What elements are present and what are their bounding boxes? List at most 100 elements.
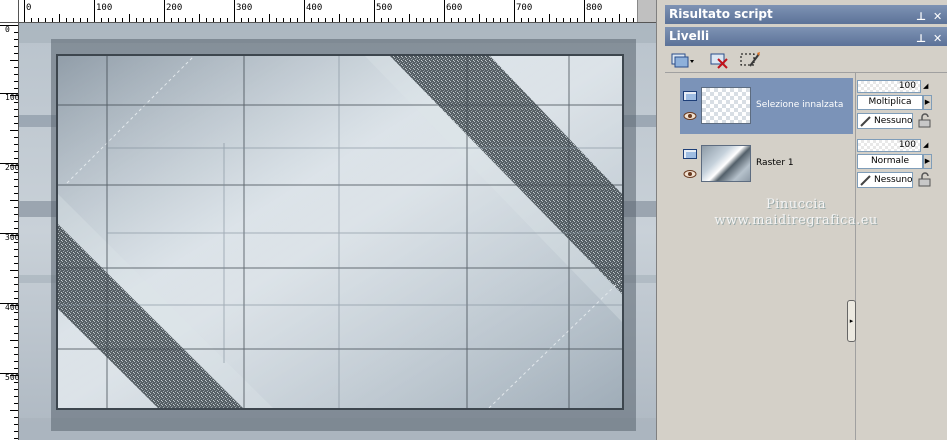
ruler-minor-tick	[304, 14, 305, 22]
opacity-spinner[interactable]: ◢	[923, 139, 931, 152]
ruler-minor-tick	[269, 14, 270, 22]
link-icon	[860, 116, 871, 127]
ruler-minor-tick	[129, 14, 130, 22]
new-layer-icon	[671, 53, 694, 68]
layer-row-raster-1[interactable]: Raster 1	[680, 136, 853, 192]
ruler-minor-tick	[14, 186, 18, 187]
ruler-minor-tick	[290, 18, 291, 22]
opacity-field[interactable]: 100	[857, 139, 921, 152]
ruler-minor-tick	[10, 375, 18, 376]
ruler-minor-tick	[14, 326, 18, 327]
ruler-minor-tick	[14, 158, 18, 159]
layer-properties: 100 ◢ Moltiplica ▶ Nessuno 100 ◢ Normale…	[857, 73, 947, 440]
opacity-spinner[interactable]: ◢	[923, 80, 931, 93]
blend-mode-select[interactable]: Moltiplica	[857, 95, 923, 110]
ruler-minor-tick	[339, 14, 340, 22]
ruler-minor-tick	[108, 18, 109, 22]
layer-row-selezione-innalzata[interactable]: Selezione innalzata	[680, 78, 853, 134]
close-icon[interactable]: ✕	[933, 7, 942, 26]
group-value: Nessuno	[874, 175, 913, 185]
canvas-area[interactable]: 0 100 200 300 400 500 600 700 800 0 100 …	[0, 0, 656, 440]
group-value: Nessuno	[874, 116, 913, 126]
ruler-minor-tick	[423, 18, 424, 22]
ruler-minor-tick	[626, 18, 627, 22]
ruler-minor-tick	[14, 81, 18, 82]
image-canvas[interactable]	[19, 23, 656, 440]
ruler-minor-tick	[10, 130, 18, 131]
ruler-minor-tick	[297, 18, 298, 22]
ruler-minor-tick	[10, 60, 18, 61]
ruler-minor-tick	[395, 18, 396, 22]
ruler-minor-tick	[14, 207, 18, 208]
ruler-minor-tick	[619, 14, 620, 22]
pin-icon[interactable]: ⊥	[916, 7, 926, 26]
script-output-titlebar[interactable]: Risultato script ⊥ ✕	[665, 5, 947, 24]
ruler-minor-tick	[38, 18, 39, 22]
ruler-minor-tick	[458, 18, 459, 22]
layer-properties-row-2: 100 ◢ Normale ▶ Nessuno	[857, 132, 937, 188]
ruler-minor-tick	[94, 14, 95, 22]
layers-divider	[855, 73, 856, 440]
edit-selection-icon	[740, 52, 760, 67]
ruler-minor-tick	[199, 14, 200, 22]
delete-layer-button[interactable]	[707, 49, 733, 71]
lock-icon[interactable]	[917, 113, 932, 128]
ruler-minor-tick	[171, 18, 172, 22]
ruler-minor-tick	[206, 18, 207, 22]
layers-titlebar[interactable]: Livelli ⊥ ✕	[665, 27, 947, 46]
ruler-minor-tick	[598, 18, 599, 22]
ruler-minor-tick	[563, 18, 564, 22]
lock-icon[interactable]	[917, 172, 932, 187]
panel-splitter[interactable]	[656, 0, 665, 440]
ruler-minor-tick	[318, 18, 319, 22]
layers-list[interactable]: Selezione innalzata Raster 1	[677, 73, 853, 440]
ruler-minor-tick	[14, 179, 18, 180]
ruler-minor-tick	[612, 18, 613, 22]
ruler-corner	[0, 0, 19, 23]
ruler-minor-tick	[14, 256, 18, 257]
ruler-minor-tick	[14, 102, 18, 103]
ruler-minor-tick	[10, 235, 18, 236]
ruler-minor-tick	[241, 18, 242, 22]
ruler-minor-tick	[14, 277, 18, 278]
layer-type-icon	[683, 91, 697, 101]
opacity-field[interactable]: 100	[857, 80, 921, 93]
ruler-minor-tick	[185, 18, 186, 22]
ruler-minor-tick	[10, 200, 18, 201]
layer-thumbnail	[701, 87, 751, 124]
panel-collapse-handle[interactable]: ▸	[847, 300, 856, 342]
ruler-minor-tick	[14, 228, 18, 229]
ruler-minor-tick	[14, 417, 18, 418]
blend-mode-arrow-icon[interactable]: ▶	[923, 95, 932, 110]
horizontal-ruler[interactable]: 0 100 200 300 400 500 600 700 800	[18, 0, 656, 23]
vertical-ruler[interactable]: 0 100 200 300 400 500	[0, 0, 19, 440]
group-select[interactable]: Nessuno	[857, 172, 913, 188]
ruler-minor-tick	[584, 14, 585, 22]
ruler-minor-tick	[430, 18, 431, 22]
new-layer-button[interactable]	[669, 49, 695, 71]
visibility-eye-icon[interactable]	[683, 169, 697, 179]
visibility-eye-icon[interactable]	[683, 111, 697, 121]
ruler-minor-tick	[45, 18, 46, 22]
watermark: Pinuccia www.maidiregrafica.eu	[696, 197, 896, 229]
ruler-minor-tick	[143, 18, 144, 22]
ruler-minor-tick	[14, 424, 18, 425]
ruler-minor-tick	[388, 18, 389, 22]
ruler-minor-tick	[10, 95, 18, 96]
edit-selection-button[interactable]	[737, 49, 763, 71]
ruler-minor-tick	[14, 333, 18, 334]
ruler-minor-tick	[14, 284, 18, 285]
ruler-label: 0	[5, 25, 10, 34]
ruler-minor-tick	[472, 18, 473, 22]
blend-mode-select[interactable]: Normale	[857, 154, 923, 169]
ruler-minor-tick	[14, 32, 18, 33]
group-select[interactable]: Nessuno	[857, 113, 913, 129]
ruler-minor-tick	[255, 18, 256, 22]
ruler-label: 500	[376, 3, 393, 13]
artwork	[19, 23, 656, 440]
ruler-minor-tick	[14, 109, 18, 110]
scroll-corner-button[interactable]	[637, 0, 656, 22]
blend-mode-arrow-icon[interactable]: ▶	[923, 154, 932, 169]
ruler-minor-tick	[14, 438, 18, 439]
ruler-label: 200	[166, 3, 183, 13]
